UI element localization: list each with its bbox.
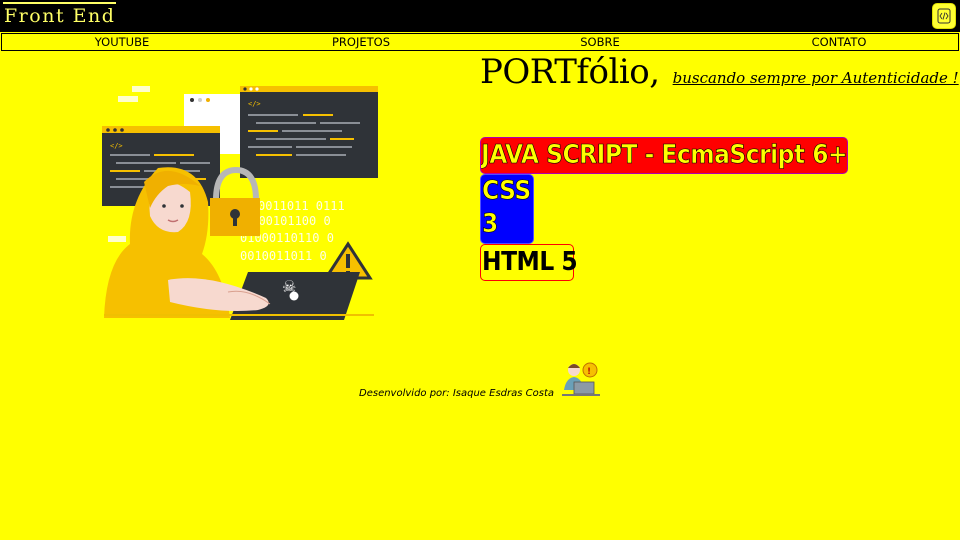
brand-logo-text[interactable]: Front End xyxy=(3,2,117,28)
svg-text:!: ! xyxy=(587,367,591,377)
svg-text:</>: </> xyxy=(248,100,261,108)
hacker-laptop-illustration: </> </> 0011011 0111 1000101100 0 010001… xyxy=(98,82,388,322)
portfolio-title: PORTfólio, xyxy=(480,52,660,92)
skill-javascript: JAVA SCRIPT - EcmaScript 6+ xyxy=(480,137,848,174)
tagline-link[interactable]: buscando sempre por Autenticidade ! xyxy=(673,69,959,87)
svg-text:</>: </> xyxy=(110,142,123,150)
top-bar: Front End xyxy=(0,0,960,32)
svg-text:0011011 0111: 0011011 0111 xyxy=(258,199,345,213)
svg-text:0010011011 0: 0010011011 0 xyxy=(240,249,327,263)
nav-contato[interactable]: CONTATO xyxy=(719,34,958,50)
nav-projetos[interactable]: PROJETOS xyxy=(241,34,480,50)
svg-text:☠: ☠ xyxy=(282,277,296,296)
developer-at-laptop-icon: ! xyxy=(560,360,602,398)
nav-sobre[interactable]: SOBRE xyxy=(480,34,719,50)
skill-css-label: CSS xyxy=(482,176,532,207)
skill-html: HTML 5 xyxy=(480,244,578,281)
page-title: PORTfólio, buscando sempre por Autentici… xyxy=(480,52,959,92)
main-nav: YOUTUBE PROJETOS SOBRE CONTATO xyxy=(1,33,959,51)
nav-youtube[interactable]: YOUTUBE xyxy=(2,34,241,50)
skill-css-version: 3 xyxy=(482,209,499,240)
code-icon[interactable] xyxy=(932,3,956,29)
footer-credit: Desenvolvido por: Isaque Esdras Costa xyxy=(359,388,554,399)
skill-css: CSS 3 xyxy=(480,174,534,244)
